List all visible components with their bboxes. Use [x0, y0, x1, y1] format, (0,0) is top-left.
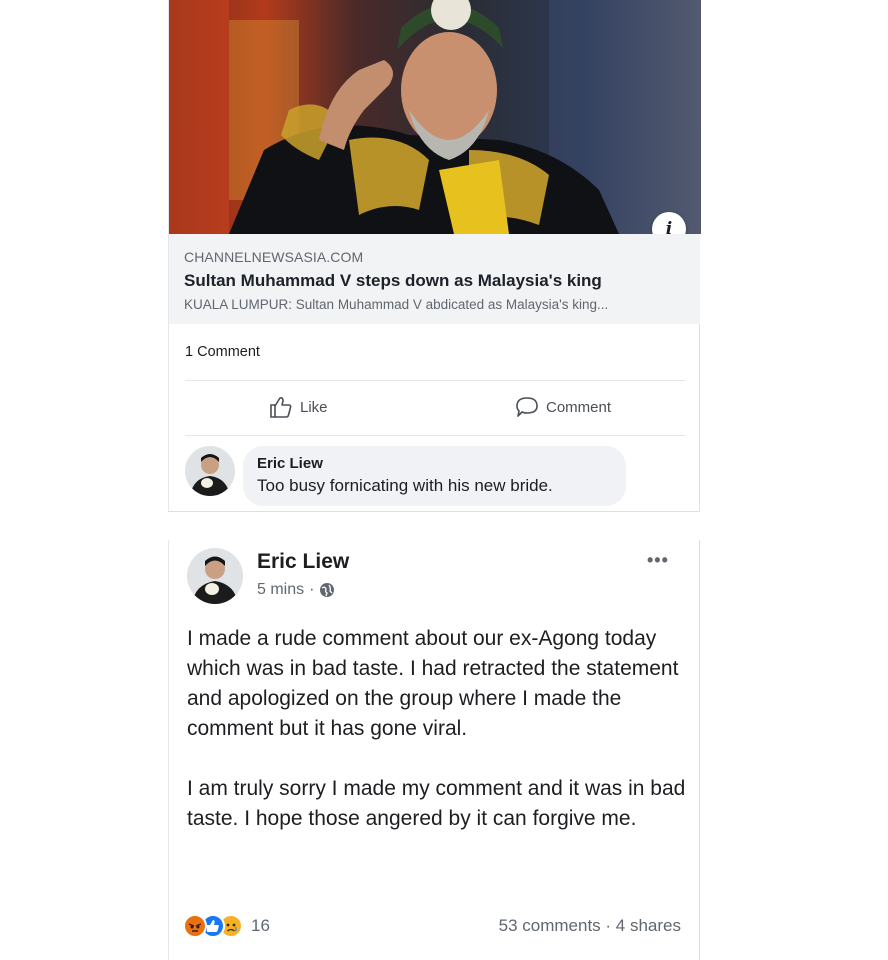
comment-count[interactable]: 1 Comment	[185, 344, 260, 360]
link-description: KUALA LUMPUR: Sultan Muhammad V abdicate…	[184, 297, 609, 312]
post-meta: 5 mins ·	[257, 581, 335, 599]
link-domain: CHANNELNEWSASIA.COM	[184, 249, 364, 265]
speech-bubble-icon	[516, 397, 538, 417]
post-author[interactable]: Eric Liew	[257, 550, 349, 574]
comment-label: Comment	[546, 398, 612, 416]
divider	[185, 380, 685, 381]
reactions-summary[interactable]: 16	[183, 914, 270, 938]
comment-bubble: Eric Liew Too busy fornicating with his …	[243, 446, 626, 506]
comment-author[interactable]: Eric Liew	[257, 455, 612, 472]
meta-separator: ·	[309, 581, 315, 598]
link-preview[interactable]: CHANNELNEWSASIA.COM Sultan Muhammad V st…	[169, 234, 700, 324]
post-time[interactable]: 5 mins	[257, 581, 304, 599]
news-photo[interactable]: i	[169, 0, 701, 234]
apology-post-card: Eric Liew 5 mins · ••• I made a rude com…	[168, 540, 700, 960]
post-paragraph: I am truly sorry I made my comment and i…	[187, 777, 686, 830]
comment-button[interactable]: Comment	[515, 396, 611, 418]
angry-icon	[183, 914, 207, 938]
globe-icon	[320, 583, 335, 597]
more-options-icon[interactable]: •••	[647, 550, 669, 571]
commenter-avatar[interactable]	[185, 446, 235, 496]
post-body: I made a rude comment about our ex-Agong…	[187, 624, 687, 834]
like-label: Like	[300, 398, 328, 416]
reaction-count: 16	[251, 916, 270, 935]
like-button[interactable]: Like	[269, 396, 328, 418]
shared-post-card: i CHANNELNEWSASIA.COM Sultan Muhammad V …	[168, 0, 701, 512]
link-title[interactable]: Sultan Muhammad V steps down as Malaysia…	[184, 271, 685, 291]
comments-shares[interactable]: 53 comments · 4 shares	[499, 916, 681, 936]
comment-text: Too busy fornicating with his new bride.	[257, 476, 553, 495]
post-paragraph: I made a rude comment about our ex-Agong…	[187, 627, 679, 740]
thumbs-up-icon	[270, 397, 292, 418]
divider	[185, 435, 685, 436]
author-avatar[interactable]	[187, 548, 243, 604]
